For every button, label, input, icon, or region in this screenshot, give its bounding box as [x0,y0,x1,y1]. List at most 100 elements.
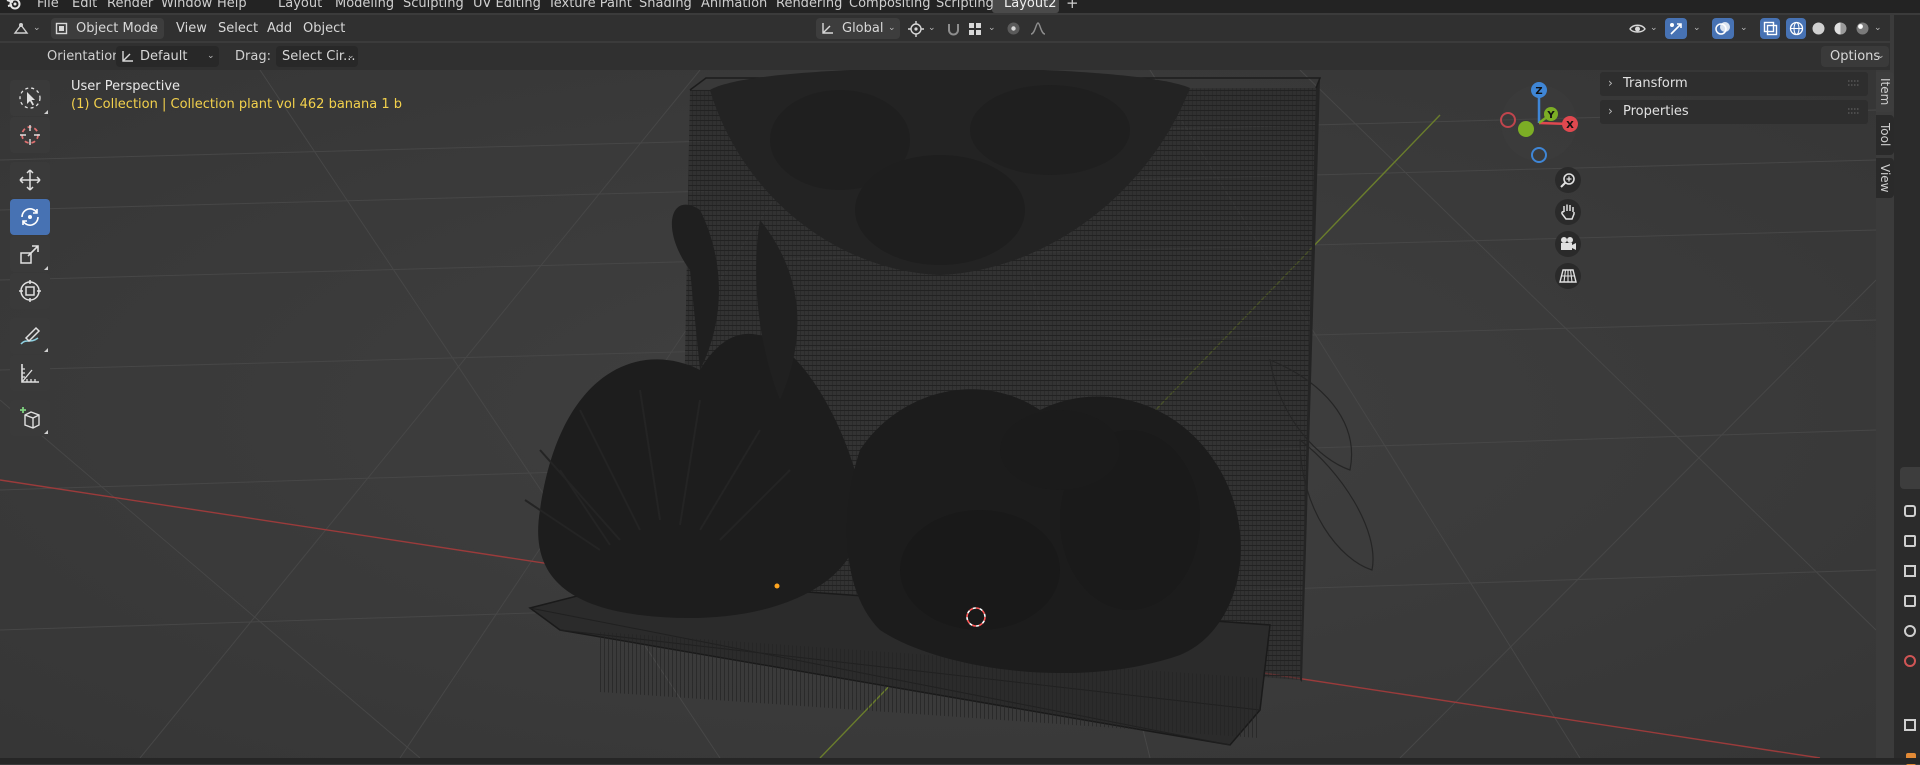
drag-grip-icon[interactable] [1848,77,1860,89]
gizmo-neg-y-axis[interactable] [1518,121,1534,137]
measure-tool[interactable] [10,355,50,391]
camera-view-button[interactable] [1555,231,1581,257]
zoom-button[interactable] [1555,167,1581,193]
transform-orientation-icon [822,23,833,34]
chevron-down-icon: ⌄ [1650,23,1658,33]
rotate-icon [21,208,39,226]
properties-editor-edge [1894,15,1920,765]
tab-compositing[interactable]: Compositing [849,0,931,12]
material-shading-icon [1834,22,1847,35]
add-workspace-button[interactable]: + [1066,0,1079,12]
editor-type-dropdown[interactable]: ⌄ [10,18,42,39]
annotate-icon [20,326,41,345]
transform-orientation-dropdown[interactable]: Global ⌄ [816,18,900,39]
collection-properties-icon[interactable] [1904,719,1916,731]
rotate-tool[interactable] [10,199,50,235]
snap-toggle[interactable] [944,18,964,39]
scale-tool[interactable] [10,236,50,272]
blender-logo-icon[interactable] [6,0,22,11]
chevron-right-icon: › [1608,104,1613,118]
transform-tool[interactable] [10,273,50,309]
tab-tool[interactable]: Tool [1876,115,1894,155]
xray-toggle[interactable] [1760,18,1780,39]
menu-help[interactable]: Help [217,0,247,12]
chevron-down-icon: ⌄ [207,51,215,61]
cursor-tool[interactable] [10,117,50,153]
tab-layout2[interactable]: Layout2 [1004,0,1056,12]
perspective-grid-icon [1559,269,1577,283]
chevron-down-icon: ⌄ [1877,51,1885,61]
tab-animation[interactable]: Animation [701,0,767,12]
3d-viewport[interactable] [0,70,1876,758]
xray-icon [1763,21,1778,36]
world-properties-icon[interactable] [1904,655,1916,667]
menu-select[interactable]: Select [218,18,258,39]
chevron-down-icon: ⌄ [1740,23,1748,33]
drag-dropdown[interactable]: Select Cir... ⌄ [276,46,358,67]
properties-tab[interactable] [1900,467,1920,489]
view-layer-properties-icon[interactable] [1904,595,1916,607]
material-shading-button[interactable] [1830,18,1850,39]
perspective-toggle-button[interactable] [1555,263,1581,289]
proportional-edit-toggle[interactable] [1004,18,1024,39]
visibility-dropdown[interactable]: ⌄ [1627,18,1659,39]
falloff-dropdown[interactable] [1028,18,1058,39]
tab-modeling[interactable]: Modeling [335,0,394,12]
sidebar-tabs: Item Tool View [1876,72,1894,202]
menu-object[interactable]: Object [303,18,345,39]
panel-transform[interactable]: › Transform [1600,72,1868,96]
gizmo-dropdown[interactable]: ⌄ [1665,18,1705,39]
orientation-dropdown[interactable]: Default ⌄ [116,46,219,67]
menu-add[interactable]: Add [267,18,292,39]
navigation-gizmo[interactable]: Z X Y [1494,78,1584,168]
tab-rendering[interactable]: Rendering [776,0,842,12]
scale-icon [20,245,39,264]
tab-texture-paint[interactable]: Texture Paint [548,0,632,12]
tab-layout[interactable]: Layout [278,0,322,12]
wireframe-shading-button[interactable] [1786,18,1806,39]
tool-options-corner [44,110,48,114]
output-properties-icon[interactable] [1904,565,1916,577]
rendered-shading-dropdown[interactable]: ⌄ [1852,18,1886,39]
snap-target-dropdown[interactable]: ⌄ [966,18,1000,39]
snap-increment-icon [969,23,981,35]
render-properties-icon[interactable] [1904,535,1916,547]
overlay-dropdown[interactable]: ⌄ [1712,18,1752,39]
tab-item[interactable]: Item [1876,72,1894,112]
menu-render[interactable]: Render [107,0,153,12]
top-menu-bar: File Edit Render Window Help Layout Mode… [0,0,1920,13]
solid-shading-button[interactable] [1808,18,1828,39]
menu-edit[interactable]: Edit [72,0,97,12]
add-cube-tool[interactable] [10,400,50,436]
select-circle-tool[interactable] [10,80,50,116]
falloff-icon [1030,22,1046,35]
tab-item-label: Item [1878,78,1892,106]
options-dropdown[interactable]: Options ⌄ [1821,46,1889,67]
tool-properties-icon[interactable] [1904,505,1916,517]
tool-settings-bar: Orientation: Default ⌄ Drag: Select Cir.… [0,43,1890,70]
panel-properties[interactable]: › Properties [1600,100,1868,124]
object-mode-dropdown[interactable]: Object Mode ⌄ [51,18,164,39]
annotate-tool[interactable] [10,318,50,354]
menu-window[interactable]: Window [161,0,212,12]
chevron-down-icon: ⌄ [1874,23,1882,33]
menu-file[interactable]: File [37,0,59,12]
pan-button[interactable] [1555,199,1581,225]
tab-sculpting[interactable]: Sculpting [403,0,464,12]
tab-uv-editing[interactable]: UV Editing [473,0,541,12]
transform-icon [19,280,41,302]
scene-properties-icon[interactable] [1904,625,1916,637]
chevron-down-icon: ⌄ [888,23,896,33]
pivot-point-dropdown[interactable]: ⌄ [906,18,938,39]
transform-orientation-icon [122,51,133,62]
gizmo-x-label: X [1566,120,1574,131]
tab-scripting[interactable]: Scripting [936,0,994,12]
move-tool[interactable] [10,162,50,198]
overlay-toggle[interactable] [1712,18,1734,39]
drag-grip-icon[interactable] [1848,105,1860,117]
gizmo-toggle[interactable] [1665,18,1687,39]
tab-shading[interactable]: Shading [639,0,692,12]
panel-transform-label: Transform [1623,76,1688,91]
menu-view[interactable]: View [176,18,207,39]
tab-view[interactable]: View [1876,158,1894,198]
